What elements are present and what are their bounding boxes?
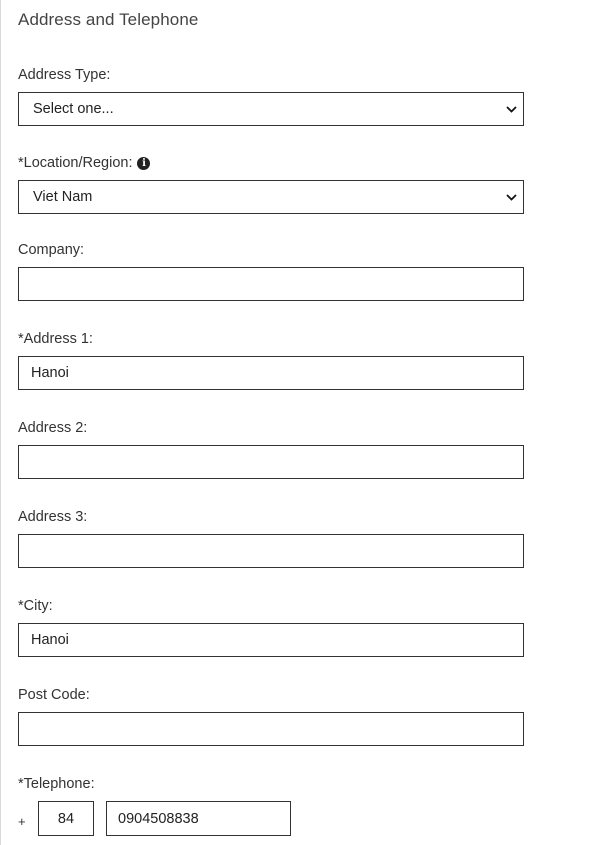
company-input[interactable] [18,267,524,301]
telephone-number-input[interactable]: 0904508838 [106,801,291,836]
post-code-input[interactable] [18,712,524,746]
chevron-down-icon [499,105,523,113]
address2-label-text: Address 2: [18,420,88,436]
address-type-select[interactable]: Select one... [18,92,524,126]
location-select[interactable]: Viet Nam [18,180,524,214]
city-label: *City: [18,598,53,614]
address1-label: *Address 1: [18,331,93,347]
info-icon[interactable]: i [137,156,151,170]
address3-label: Address 3: [18,509,87,525]
city-value: Hanoi [31,632,69,648]
section-title: Address and Telephone [18,10,199,29]
telephone-country-code-input[interactable]: 84 [38,801,94,836]
telephone-number-value: 0904508838 [118,810,199,827]
location-label: *Location/Region: i [18,155,151,171]
telephone-plus-sign: + [18,814,26,829]
post-code-label: Post Code: [18,687,90,703]
telephone-country-code-value: 84 [57,810,75,827]
address2-input[interactable] [18,445,524,479]
city-input[interactable]: Hanoi [18,623,524,657]
address3-label-text: Address 3: [18,509,88,525]
address1-input[interactable]: Hanoi [18,356,524,390]
address3-input[interactable] [18,534,524,568]
address-type-label: Address Type: [18,67,110,83]
address2-label: Address 2: [18,420,87,436]
address-type-label-text: Address Type: [18,67,111,83]
address1-label-text: *Address 1: [18,331,93,347]
post-code-label-text: Post Code: [18,687,90,703]
company-label: Company: [18,242,84,258]
location-label-text: *Location/Region: [18,155,133,171]
address-telephone-form: Address and Telephone Address Type: Sele… [0,0,590,845]
address-type-selected-value: Select one... [33,101,114,117]
address1-value: Hanoi [31,365,69,381]
telephone-label: *Telephone: [18,776,95,792]
location-selected-value: Viet Nam [33,189,93,205]
telephone-label-text: *Telephone: [18,776,95,792]
company-label-text: Company: [18,242,85,258]
city-label-text: *City: [18,598,53,614]
chevron-down-icon [499,193,523,201]
